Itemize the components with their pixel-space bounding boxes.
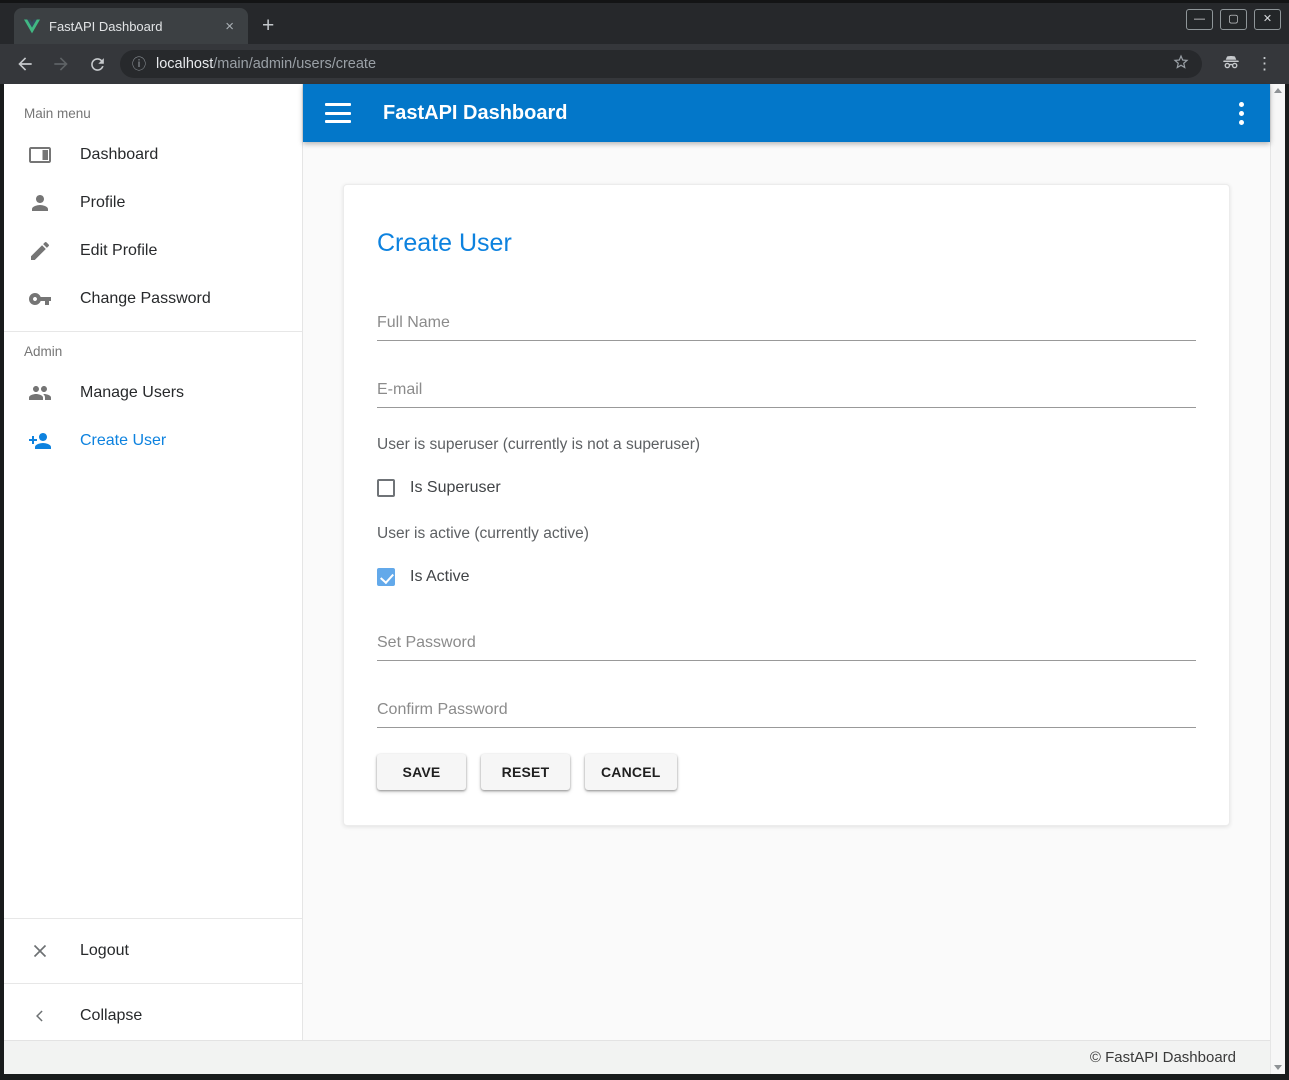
sidebar-item-label: Profile xyxy=(80,194,125,212)
sidebar-item-create-user[interactable]: Create User xyxy=(4,417,302,465)
maximize-button[interactable]: ▢ xyxy=(1220,9,1247,30)
sidebar-item-profile[interactable]: Profile xyxy=(4,179,302,227)
sidebar-divider xyxy=(4,918,302,919)
tab-title: FastAPI Dashboard xyxy=(49,19,212,34)
forward-button[interactable] xyxy=(48,51,74,77)
main-area: FastAPI Dashboard Create User xyxy=(303,84,1270,1040)
superuser-checkbox-label: Is Superuser xyxy=(410,479,501,497)
dashboard-icon xyxy=(28,143,52,167)
superuser-hint: User is superuser (currently is not a su… xyxy=(377,436,1196,454)
create-user-card: Create User User is superuser (currently… xyxy=(343,184,1230,826)
bookmark-star-icon[interactable] xyxy=(1172,53,1190,75)
email-input[interactable] xyxy=(377,377,1196,408)
back-button[interactable] xyxy=(12,51,38,77)
active-checkbox[interactable] xyxy=(377,568,395,586)
sidebar-item-label: Edit Profile xyxy=(80,242,157,260)
group-icon xyxy=(28,381,52,405)
toolbar-right-group: ⋮ xyxy=(1212,51,1277,78)
full-name-field-wrap xyxy=(377,310,1196,341)
appbar-more-icon[interactable] xyxy=(1229,96,1254,131)
reset-button[interactable]: RESET xyxy=(481,754,570,790)
email-field-wrap xyxy=(377,377,1196,408)
browser-menu-icon[interactable]: ⋮ xyxy=(1256,54,1273,74)
scrollbar-down-icon[interactable] xyxy=(1274,1065,1282,1070)
sidebar-item-collapse[interactable]: Collapse xyxy=(4,992,302,1040)
confirm-password-field-wrap xyxy=(377,697,1196,728)
active-checkbox-label: Is Active xyxy=(410,568,470,586)
form-buttons: SAVE RESET CANCEL xyxy=(377,754,1196,790)
chevron-left-icon xyxy=(28,1004,52,1028)
page-footer: © FastAPI Dashboard xyxy=(4,1040,1270,1074)
app-bar: FastAPI Dashboard xyxy=(303,84,1270,142)
active-hint: User is active (currently active) xyxy=(377,525,1196,543)
superuser-checkbox-row[interactable]: Is Superuser xyxy=(377,479,1196,497)
person-add-icon xyxy=(28,429,52,453)
url-path: /main/admin/users/create xyxy=(213,56,376,72)
new-tab-button[interactable]: + xyxy=(262,15,274,36)
browser-window: FastAPI Dashboard × + — ▢ ✕ ⓘ localhost/… xyxy=(0,0,1289,1080)
full-name-input[interactable] xyxy=(377,310,1196,341)
sidebar-item-label: Dashboard xyxy=(80,146,158,164)
confirm-password-input[interactable] xyxy=(377,697,1196,728)
window-controls: — ▢ ✕ xyxy=(1186,9,1281,30)
content: Create User User is superuser (currently… xyxy=(303,142,1270,1040)
reload-button[interactable] xyxy=(84,51,110,77)
scrollbar-up-icon[interactable] xyxy=(1274,88,1282,93)
address-bar[interactable]: ⓘ localhost/main/admin/users/create xyxy=(120,50,1202,78)
set-password-input[interactable] xyxy=(377,630,1196,661)
window-close-button[interactable]: ✕ xyxy=(1254,9,1281,30)
superuser-checkbox[interactable] xyxy=(377,479,395,497)
vue-logo-icon xyxy=(24,19,40,34)
page: Main menu Dashboard Profile xyxy=(4,84,1285,1074)
incognito-icon xyxy=(1220,51,1242,78)
minimize-button[interactable]: — xyxy=(1186,9,1213,30)
person-icon xyxy=(28,191,52,215)
url-text: localhost/main/admin/users/create xyxy=(156,56,376,72)
sidebar-item-manage-users[interactable]: Manage Users xyxy=(4,369,302,417)
sidebar-item-label: Create User xyxy=(80,432,166,450)
copyright-text: © FastAPI Dashboard xyxy=(1090,1049,1236,1066)
tab-close-icon[interactable]: × xyxy=(221,18,238,35)
close-icon xyxy=(28,939,52,963)
browser-tab[interactable]: FastAPI Dashboard × xyxy=(14,8,248,44)
password-field-wrap xyxy=(377,630,1196,661)
pencil-icon xyxy=(28,239,52,263)
vertical-scrollbar[interactable] xyxy=(1270,84,1285,1074)
sidebar-section-admin: Admin xyxy=(4,340,302,369)
key-icon xyxy=(28,287,52,311)
sidebar-item-edit-profile[interactable]: Edit Profile xyxy=(4,227,302,275)
sidebar-item-label: Change Password xyxy=(80,290,211,308)
sidebar-divider xyxy=(4,983,302,984)
page-title: Create User xyxy=(377,229,1196,258)
save-button[interactable]: SAVE xyxy=(377,754,466,790)
sidebar-section-main-menu: Main menu xyxy=(4,102,302,131)
menu-hamburger-icon[interactable] xyxy=(325,103,351,123)
cancel-button[interactable]: CANCEL xyxy=(585,754,677,790)
sidebar-item-label: Manage Users xyxy=(80,384,184,402)
app-title: FastAPI Dashboard xyxy=(383,102,567,125)
active-checkbox-row[interactable]: Is Active xyxy=(377,568,1196,586)
sidebar-item-label: Logout xyxy=(80,942,129,960)
sidebar-item-logout[interactable]: Logout xyxy=(4,927,302,975)
tab-strip: FastAPI Dashboard × + — ▢ ✕ xyxy=(0,0,1289,44)
url-host: localhost xyxy=(156,56,213,72)
page-info-icon[interactable]: ⓘ xyxy=(132,54,146,74)
browser-toolbar: ⓘ localhost/main/admin/users/create ⋮ xyxy=(0,44,1289,84)
sidebar-item-change-password[interactable]: Change Password xyxy=(4,275,302,323)
sidebar-item-label: Collapse xyxy=(80,1007,142,1025)
sidebar-divider xyxy=(4,331,302,332)
sidebar-item-dashboard[interactable]: Dashboard xyxy=(4,131,302,179)
sidebar: Main menu Dashboard Profile xyxy=(4,84,303,1040)
